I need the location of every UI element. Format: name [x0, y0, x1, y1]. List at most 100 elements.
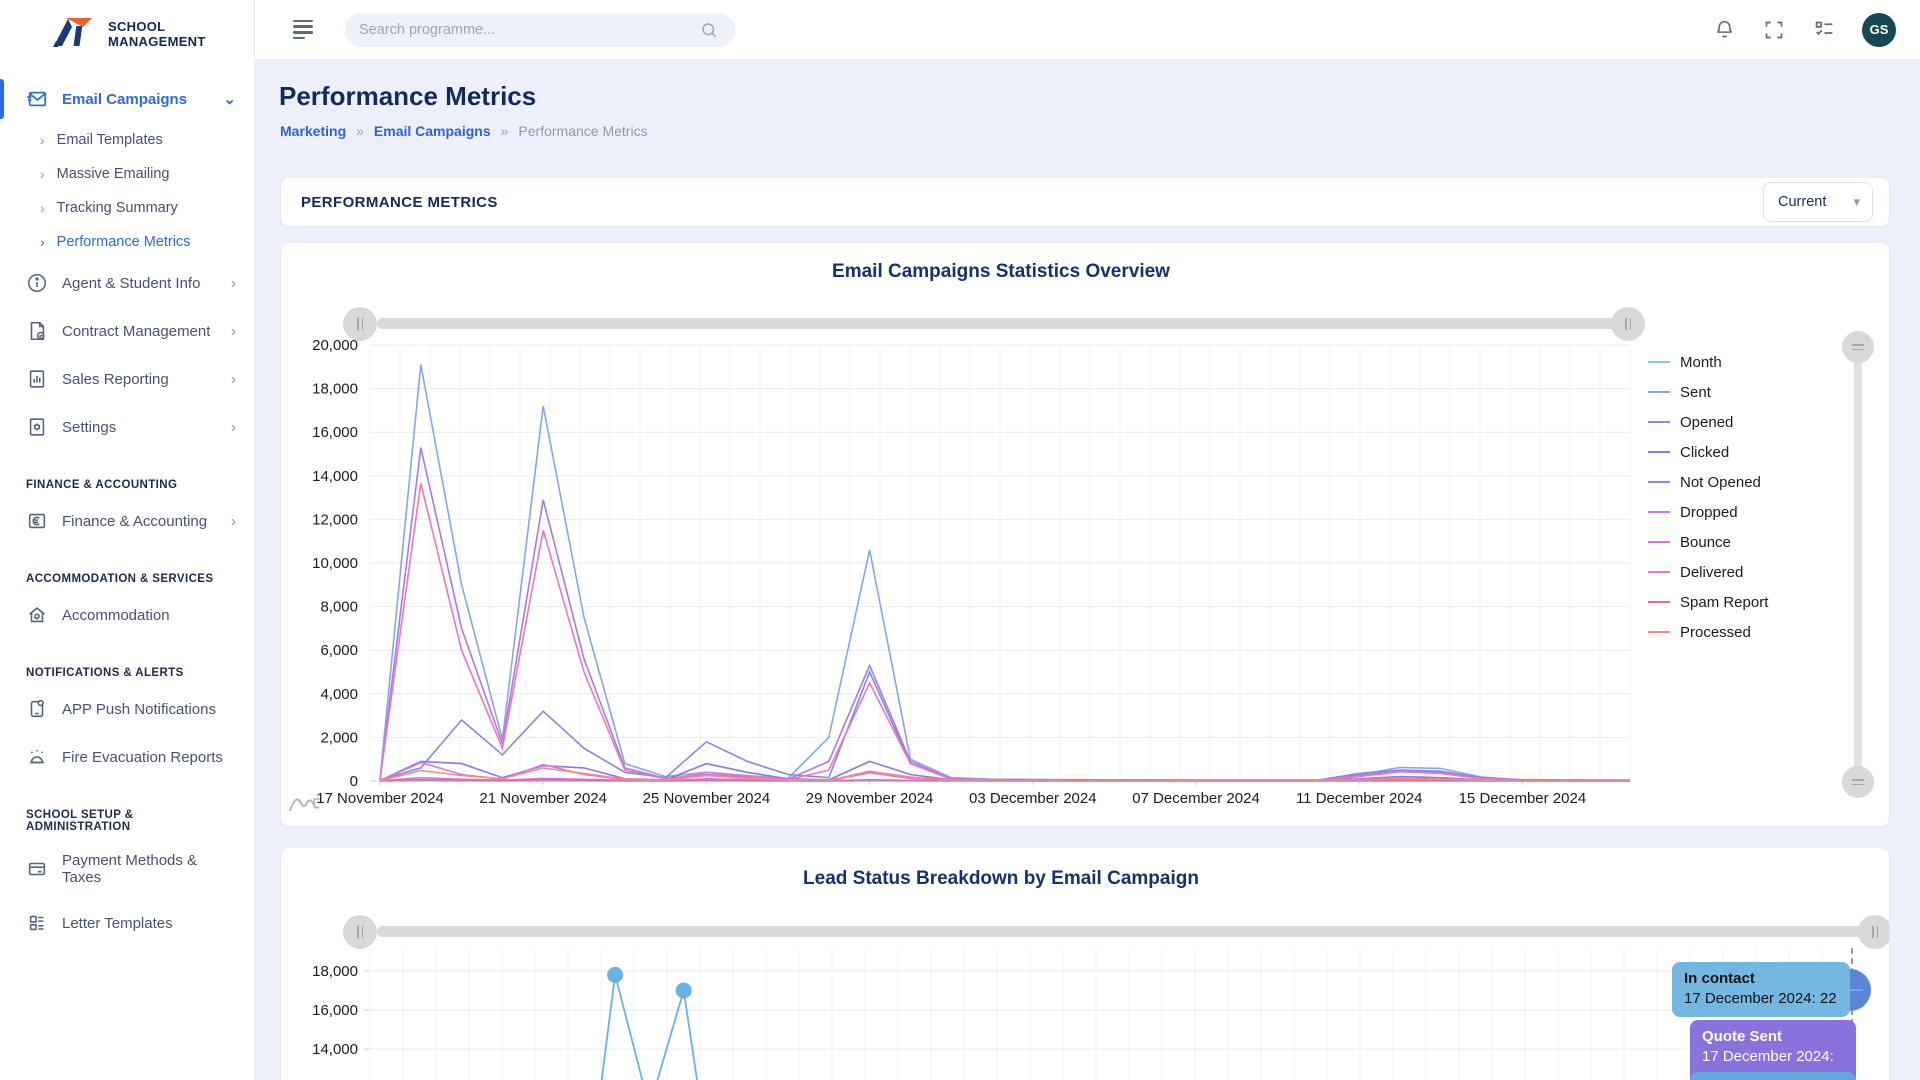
chevron-right-icon: ›	[40, 200, 45, 216]
info-icon	[26, 272, 48, 294]
chevron-down-icon: ▾	[1853, 194, 1860, 210]
envelope-icon	[26, 88, 48, 110]
chevron-right-icon: ›	[40, 166, 45, 182]
search-icon[interactable]	[697, 18, 721, 42]
svg-text:6,000: 6,000	[320, 642, 358, 659]
chevron-right-icon: ›	[231, 513, 236, 530]
svg-text:14,000: 14,000	[312, 468, 358, 485]
chart2-title: Lead Status Breakdown by Email Campaign	[281, 868, 1721, 890]
chart2-scrollbar-right-handle[interactable]	[1858, 915, 1889, 949]
panel-header: PERFORMANCE METRICS Current ▾	[281, 178, 1889, 226]
svg-text:10,000: 10,000	[312, 555, 358, 572]
sidebar-item-contract-management[interactable]: Contract Management›	[0, 307, 254, 355]
card-icon	[26, 858, 48, 880]
chevron-right-icon: ›	[40, 234, 45, 250]
breadcrumb-current: Performance Metrics	[518, 123, 647, 139]
chart1-legend: MonthSentOpenedClickedNot OpenedDroppedB…	[1648, 347, 1768, 647]
chart1-scrollbar-left-handle[interactable]	[343, 307, 377, 341]
legend-marker	[1648, 601, 1670, 603]
page-title: Performance Metrics	[279, 81, 536, 112]
alarm-icon	[26, 746, 48, 768]
chart2-scrollbar-left-handle[interactable]	[343, 915, 377, 949]
chart1-title: Email Campaigns Statistics Overview	[281, 261, 1721, 283]
sidebar-item-email-campaigns[interactable]: Email Campaigns⌄	[0, 75, 254, 123]
hamburger-menu-icon[interactable]	[293, 17, 313, 43]
sidebar-item-settings[interactable]: Settings›	[0, 403, 254, 451]
chevron-right-icon: ›	[231, 371, 236, 388]
legend-item-processed[interactable]: Processed	[1648, 617, 1768, 647]
sidebar-item-tracking-summary[interactable]: ›Tracking Summary	[0, 191, 254, 225]
chart-card-lead-status: Lead Status Breakdown by Email Campaign …	[281, 848, 1889, 1080]
chart1-vscrollbar-bottom-handle[interactable]	[1842, 766, 1874, 798]
chart1-vscrollbar-top-handle[interactable]	[1842, 331, 1874, 363]
sidebar-section-school-setup-administration: SCHOOL SETUP & ADMINISTRATION	[0, 781, 254, 839]
svg-text:2,000: 2,000	[320, 729, 358, 746]
search-input[interactable]	[359, 22, 697, 38]
sidebar-item-email-templates[interactable]: ›Email Templates	[0, 123, 254, 157]
breadcrumb-marketing[interactable]: Marketing	[280, 123, 346, 139]
chart1-vertical-scrollbar[interactable]	[1854, 345, 1862, 782]
svg-text:12,000: 12,000	[312, 511, 358, 528]
chart1-horizontal-scrollbar[interactable]	[377, 318, 1628, 329]
chart1-scrollbar-right-handle[interactable]	[1611, 307, 1645, 341]
svg-text:03 December 2024: 03 December 2024	[969, 790, 1097, 807]
sidebar-item-massive-emailing[interactable]: ›Massive Emailing	[0, 157, 254, 191]
breadcrumb-separator: »	[501, 123, 509, 139]
legend-item-dropped[interactable]: Dropped	[1648, 497, 1768, 527]
contract-icon	[26, 320, 48, 342]
chevron-right-icon: ›	[231, 323, 236, 340]
sidebar-item-payment-methods-taxes[interactable]: Payment Methods & Taxes	[0, 839, 254, 899]
sidebar-item-accommodation[interactable]: Accommodation	[0, 591, 254, 639]
breadcrumb: Marketing » Email Campaigns » Performanc…	[280, 123, 648, 139]
legend-item-sent[interactable]: Sent	[1648, 377, 1768, 407]
sidebar-item-letter-templates[interactable]: Letter Templates	[0, 899, 254, 947]
tooltip-partial	[1690, 1072, 1856, 1080]
legend-item-month[interactable]: Month	[1648, 347, 1768, 377]
legend-item-bounce[interactable]: Bounce	[1648, 527, 1768, 557]
svg-text:07 December 2024: 07 December 2024	[1132, 790, 1260, 807]
svg-text:20,000: 20,000	[312, 337, 358, 354]
svg-text:21 November 2024: 21 November 2024	[479, 790, 607, 807]
sidebar-item-app-push-notifications[interactable]: APP Push Notifications	[0, 685, 254, 733]
settings-icon	[26, 416, 48, 438]
legend-marker	[1648, 361, 1670, 363]
search-box	[345, 13, 735, 47]
svg-text:16,000: 16,000	[312, 424, 358, 441]
legend-item-clicked[interactable]: Clicked	[1648, 437, 1768, 467]
fullscreen-icon[interactable]	[1762, 18, 1786, 42]
legend-item-delivered[interactable]: Delivered	[1648, 557, 1768, 587]
topbar: GS	[255, 0, 1920, 59]
amcharts-logo[interactable]	[289, 789, 333, 818]
app-logo[interactable]: SCHOOL MANAGEMENT	[0, 0, 254, 69]
legend-marker	[1648, 571, 1670, 573]
home-icon	[26, 604, 48, 626]
period-select[interactable]: Current ▾	[1763, 182, 1873, 222]
svg-text:25 November 2024: 25 November 2024	[643, 790, 771, 807]
legend-marker	[1648, 451, 1670, 453]
chart2-horizontal-scrollbar[interactable]	[377, 926, 1877, 937]
sidebar-section-notifications-alerts: NOTIFICATIONS & ALERTS	[0, 639, 254, 685]
sidebar-item-performance-metrics[interactable]: ›Performance Metrics	[0, 225, 254, 259]
sidebar-item-fire-evacuation-reports[interactable]: Fire Evacuation Reports	[0, 733, 254, 781]
sidebar-item-agent-student-info[interactable]: Agent & Student Info›	[0, 259, 254, 307]
legend-item-spam-report[interactable]: Spam Report	[1648, 587, 1768, 617]
app-root: SCHOOL MANAGEMENT Email Campaigns⌄›Email…	[0, 0, 1920, 1080]
bar-chart-icon	[26, 368, 48, 390]
breadcrumb-email-campaigns[interactable]: Email Campaigns	[374, 123, 491, 139]
legend-marker	[1648, 631, 1670, 633]
sidebar-item-finance-accounting[interactable]: Finance & Accounting›	[0, 497, 254, 545]
chart-card-email-statistics: Email Campaigns Statistics Overview 20,0…	[281, 243, 1889, 826]
svg-text:15 December 2024: 15 December 2024	[1459, 790, 1587, 807]
svg-text:18,000: 18,000	[312, 381, 358, 398]
avatar[interactable]: GS	[1862, 13, 1896, 47]
legend-item-opened[interactable]: Opened	[1648, 407, 1768, 437]
legend-item-not-opened[interactable]: Not Opened	[1648, 467, 1768, 497]
chevron-down-icon: ⌄	[223, 90, 236, 108]
svg-text:29 November 2024: 29 November 2024	[806, 790, 934, 807]
legend-marker	[1648, 481, 1670, 483]
sidebar-item-sales-reporting[interactable]: Sales Reporting›	[0, 355, 254, 403]
phone-icon	[26, 698, 48, 720]
tasks-icon[interactable]	[1812, 18, 1836, 42]
bell-icon[interactable]	[1712, 18, 1736, 42]
chevron-right-icon: ›	[231, 419, 236, 436]
